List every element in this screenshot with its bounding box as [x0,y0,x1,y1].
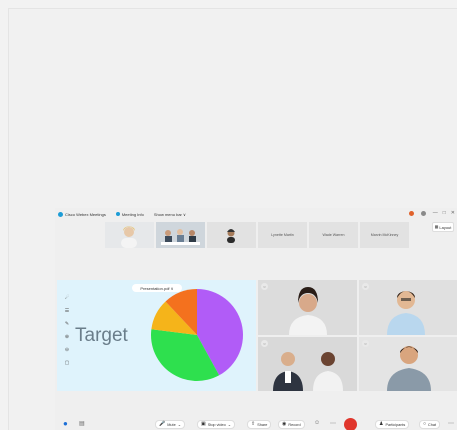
participant-video [359,337,457,391]
close-icon[interactable]: ✕ [451,210,455,216]
maximize-icon[interactable]: □ [443,210,446,216]
video-tile-3[interactable]: ○ [258,337,357,391]
pointer-icon[interactable]: ☄ [65,295,69,301]
record-button[interactable]: ◉ Record [278,420,305,429]
video-tile-2[interactable]: ○ [359,280,457,335]
video-tile-1[interactable]: ○ [258,280,357,335]
pin-icon[interactable]: ○ [261,340,268,347]
stop-video-button[interactable]: ▣ Stop video ⌄ [197,420,235,429]
video-tile-4[interactable]: ○ [359,337,457,391]
annotation-toolbar: ☄ ☰ ✎ ⊕ ⊖ ▢ [62,295,72,366]
window-controls: — □ ✕ [408,210,455,216]
chevron-down-icon[interactable]: ⌄ [228,422,231,427]
record-label: Record [288,422,301,427]
participants-button[interactable]: ♟ Participants [375,420,410,429]
reactions-icon[interactable]: ☺ [314,420,320,426]
share-label: Share [257,422,268,427]
webex-logo-icon [58,211,63,217]
fit-icon[interactable]: ▢ [65,360,70,366]
thumbnail-3[interactable] [207,222,256,248]
record-icon: ◉ [282,421,287,427]
grid-icon: ▦ [434,224,439,229]
zoom-in-icon[interactable]: ⊕ [65,334,69,340]
show-menu-bar-label: Show menu bar ∨ [153,211,186,217]
share-button[interactable]: ⇧ Share [247,420,272,429]
meeting-info-button[interactable]: Meeting Info [115,211,144,217]
thumbnail-2[interactable] [156,222,205,248]
layout-button[interactable]: ▦ Layout [432,222,454,232]
shared-content: Presentation.pdf ∨ ☄ ☰ ✎ ⊕ ⊖ ▢ Target [57,280,256,391]
share-icon: ⇧ [251,421,256,427]
participant-photo [156,222,205,248]
meeting-info-label: Meeting Info [121,211,144,217]
show-menu-bar-button[interactable]: Show menu bar ∨ [154,212,186,217]
slide-text: Target [75,325,128,346]
more-options-icon[interactable]: ⋯ [330,420,336,427]
thumbnail-1[interactable] [105,222,154,248]
participants-label: Participants [385,422,406,427]
mute-label: Mute [167,422,176,427]
zoom-out-icon[interactable]: ⊖ [65,347,69,353]
participant-name: Wade Warren [322,233,345,237]
pin-icon[interactable]: ○ [362,340,369,347]
pin-icon[interactable]: ○ [362,283,369,290]
pin-icon[interactable]: ○ [261,283,268,290]
overflow-menu-icon[interactable]: ⋯ [448,420,454,427]
minimize-icon[interactable]: — [433,210,438,216]
info-icon [115,212,120,216]
participant-strip: Lynette Martin Wade Warren Marvin McKinn… [105,222,409,248]
pen-icon[interactable]: ✎ [65,321,69,327]
title-bar: Cisco Webex Meetings Meeting Info Show m… [55,208,457,220]
end-meeting-button[interactable] [344,418,357,430]
stop-video-label: Stop video [207,422,226,427]
participant-avatar [207,222,256,248]
chat-label: Chat [428,422,437,427]
participant-video [258,337,357,391]
microphone-icon: 🎤 [159,421,166,427]
participant-video [258,280,357,335]
meeting-controls: ● ▤ 🎤 Mute ⌄ ▣ Stop video ⌄ ⇧ Share ◉ Record ☺… [55,416,457,430]
layout-label: Layout [439,224,452,230]
chat-button[interactable]: ○ Chat [419,420,441,429]
participant-name: Marvin McKinney [370,233,399,237]
thumbnail-6[interactable]: Marvin McKinney [360,222,409,248]
recording-indicator-icon [408,210,414,216]
chevron-down-icon[interactable]: ⌄ [178,422,181,427]
mute-button[interactable]: 🎤 Mute ⌄ [155,420,185,429]
webex-window: Cisco Webex Meetings Meeting Info Show m… [55,208,457,430]
thumbnail-5[interactable]: Wade Warren [309,222,358,248]
app-name: Cisco Webex Meetings [65,211,106,217]
participant-name: Lynette Martin [271,233,294,237]
list-icon[interactable]: ☰ [65,308,69,314]
participant-video [359,280,457,335]
app-title: Cisco Webex Meetings [58,211,106,217]
thumbnail-4[interactable]: Lynette Martin [258,222,307,248]
chat-icon: ○ [423,421,427,427]
pie-chart [151,289,243,381]
participants-icon: ♟ [379,421,384,427]
participant-photo [105,222,154,248]
help-icon[interactable] [420,210,426,216]
webex-app-icon[interactable]: ● [63,419,68,428]
camera-icon: ▣ [201,421,206,427]
captions-icon[interactable]: ▤ [79,420,85,427]
